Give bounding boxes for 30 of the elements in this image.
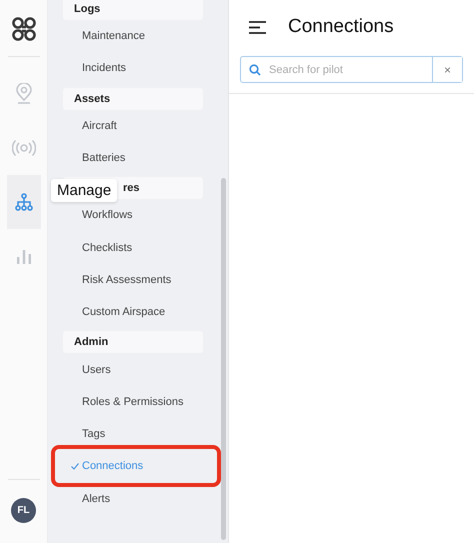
sidebar-item[interactable]: Roles & Permissions bbox=[63, 386, 203, 418]
sidebar-item[interactable]: Maintenance bbox=[63, 20, 203, 52]
sidebar-item[interactable]: Workflows bbox=[63, 199, 203, 232]
sidebar-item[interactable]: Tags bbox=[63, 418, 203, 450]
broadcast-icon bbox=[12, 139, 36, 157]
section-header: Logs bbox=[63, 0, 203, 20]
check-icon bbox=[71, 462, 79, 470]
sidebar-item[interactable]: Checklists bbox=[63, 231, 203, 264]
bar-chart-icon bbox=[16, 248, 32, 264]
tooltip: Manage bbox=[51, 179, 118, 202]
clear-button[interactable]: × bbox=[432, 57, 462, 82]
section-header: Admin bbox=[63, 331, 203, 354]
sidebar-item[interactable]: Batteries bbox=[63, 142, 203, 174]
location-pin-icon bbox=[14, 83, 32, 105]
sidebar-item[interactable]: Risk Assessments bbox=[63, 264, 203, 296]
sidebar-item[interactable]: Aircraft bbox=[63, 110, 203, 142]
search-field[interactable]: Search for pilot × bbox=[240, 56, 463, 83]
user-avatar[interactable]: FL bbox=[11, 498, 36, 523]
sidebar-item[interactable]: Users bbox=[63, 353, 203, 386]
menu-icon[interactable] bbox=[249, 20, 266, 34]
nav-rail-button[interactable] bbox=[6, 175, 40, 229]
sidebar-item[interactable]: Custom Airspace bbox=[63, 296, 203, 328]
sidebar-item[interactable]: Alerts bbox=[63, 482, 203, 515]
hierarchy-icon bbox=[14, 193, 32, 211]
section-header: Assets bbox=[63, 88, 203, 110]
search-icon bbox=[249, 64, 261, 76]
sidebar-item[interactable]: Incidents bbox=[63, 52, 203, 85]
page-title: Connections bbox=[288, 16, 394, 38]
logo-icon[interactable] bbox=[10, 14, 38, 44]
scrollbar[interactable] bbox=[221, 178, 226, 540]
